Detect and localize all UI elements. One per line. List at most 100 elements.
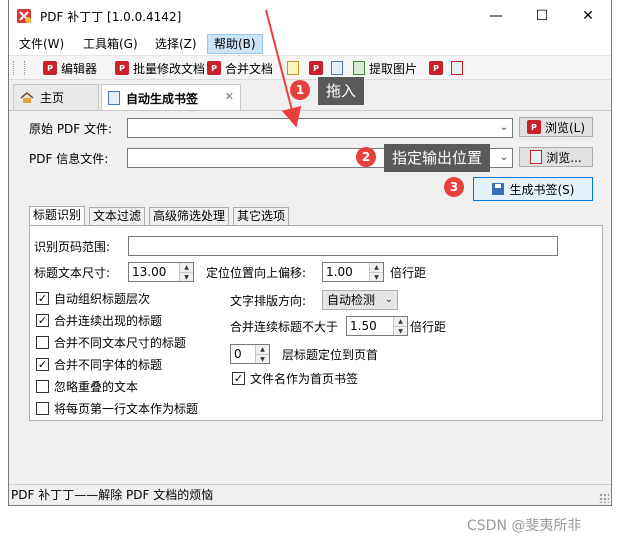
chevron-down-icon: ⌄	[384, 294, 394, 305]
info-file-label: PDF 信息文件:	[29, 152, 109, 166]
checkbox-label: 合并不同字体的标题	[54, 358, 163, 372]
merge-threshold-value: 1.50	[350, 319, 377, 333]
maximize-button[interactable]: ☐	[519, 0, 565, 32]
app-logo-icon	[17, 9, 31, 23]
checkbox-label: 合并不同文本尺寸的标题	[54, 336, 187, 350]
step-3-badge: 3	[444, 177, 464, 197]
checkbox-auto-levels[interactable]: ✓ 自动组织标题层次	[36, 290, 150, 307]
checkbox-merge-consecutive[interactable]: ✓ 合并连续出现的标题	[36, 312, 162, 329]
spin-up-icon[interactable]: ▲	[256, 345, 269, 354]
watermark: CSDN @斐夷所非	[467, 518, 582, 534]
checkbox-label: 文件名作为首页书签	[250, 372, 359, 386]
step-2-label: 指定输出位置	[384, 144, 491, 172]
document-icon	[530, 150, 543, 164]
status-text: PDF 补丁丁——解除 PDF 文档的烦恼	[11, 488, 214, 502]
checkbox-ignore-overlap[interactable]: 忽略重叠的文本	[36, 378, 138, 395]
browse-source-button[interactable]: P 浏览(L)	[519, 117, 593, 137]
tab-other-options[interactable]: 其它选项	[233, 207, 290, 225]
source-pdf-combo[interactable]: ⌄	[127, 118, 513, 138]
tab-home-label: 主页	[40, 91, 65, 105]
batch-modify-label: 批量修改文档	[133, 61, 206, 76]
merge-label: 合并文档	[225, 61, 274, 76]
title-bar: PDF 补丁丁 [1.0.0.4142] — ☐ ✕	[9, 0, 611, 32]
tab-text-filter[interactable]: 文本过滤	[89, 207, 146, 225]
checkbox-box[interactable]: ✓	[36, 292, 49, 305]
close-button[interactable]: ✕	[565, 0, 611, 32]
checkbox-box[interactable]: ✓	[232, 372, 245, 385]
checkbox-box[interactable]: ✓	[36, 358, 49, 371]
checkbox-label: 将每页第一行文本作为标题	[54, 402, 199, 416]
spin-up-icon[interactable]: ▲	[394, 317, 407, 326]
pdf-tool-button[interactable]: P	[309, 59, 327, 77]
spin-down-icon[interactable]: ▼	[394, 326, 407, 335]
direction-label: 文字排版方向:	[230, 294, 307, 308]
level-label: 层标题定位到页首	[282, 348, 379, 362]
step-2-badge: 2	[356, 147, 376, 167]
level-stepper[interactable]: 0 ▲ ▼	[230, 344, 270, 364]
direction-value: 自动检测	[327, 293, 376, 307]
tab-auto-bookmark[interactable]: 自动生成书签 ✕	[101, 84, 241, 111]
checkbox-box[interactable]	[36, 336, 49, 349]
spin-up-icon[interactable]: ▲	[370, 263, 383, 272]
export-pdf-button[interactable]	[451, 59, 467, 77]
menu-file[interactable]: 文件(W)	[13, 34, 70, 54]
tab-title-recognition[interactable]: 标题识别	[29, 206, 86, 225]
spin-buttons[interactable]: ▲ ▼	[179, 263, 193, 281]
minimize-button[interactable]: —	[473, 0, 519, 32]
checkbox-merge-fonts[interactable]: ✓ 合并不同字体的标题	[36, 356, 162, 373]
direction-select[interactable]: 自动检测 ⌄	[322, 290, 398, 310]
spin-down-icon[interactable]: ▼	[370, 272, 383, 281]
generate-bookmark-button[interactable]: 生成书签(S)	[473, 177, 593, 201]
level-value: 0	[234, 347, 242, 361]
tab-home[interactable]: 主页	[13, 84, 99, 110]
export-tool-button[interactable]	[331, 59, 347, 77]
generate-bookmark-label: 生成书签(S)	[509, 182, 575, 197]
checkbox-label: 自动组织标题层次	[54, 292, 151, 306]
browse-info-button[interactable]: 浏览...	[519, 147, 593, 167]
step-1-label: 拖入	[318, 77, 365, 105]
chevron-down-icon[interactable]: ⌄	[498, 152, 510, 164]
pdf-tool2-button[interactable]: P	[429, 59, 447, 77]
pdf-icon: P	[526, 120, 541, 134]
toolbar-grip[interactable]	[13, 61, 25, 75]
tab-close-icon[interactable]: ✕	[225, 90, 234, 103]
step-1-badge: 1	[290, 80, 310, 100]
document-icon	[331, 61, 343, 75]
bookmark-tool-button[interactable]	[287, 59, 303, 77]
checkbox-filename-bookmark[interactable]: ✓ 文件名作为首页书签	[232, 370, 358, 387]
merge-threshold-unit: 倍行距	[410, 320, 447, 334]
checkbox-merge-sizes[interactable]: 合并不同文本尺寸的标题	[36, 334, 186, 351]
font-size-stepper[interactable]: 13.00 ▲ ▼	[128, 262, 194, 282]
checkbox-box[interactable]: ✓	[36, 314, 49, 327]
spin-down-icon[interactable]: ▼	[256, 354, 269, 363]
auto-bookmark-panel: 原始 PDF 文件: ⌄ P 浏览(L) PDF 信息文件: ⌄ 浏览... 生…	[9, 110, 611, 482]
batch-modify-button[interactable]: P 批量修改文档	[115, 59, 205, 77]
extract-images-button[interactable]: 提取图片	[353, 59, 417, 77]
spin-down-icon[interactable]: ▼	[180, 272, 193, 281]
merge-button[interactable]: P 合并文档	[207, 59, 273, 77]
spin-buttons[interactable]: ▲ ▼	[369, 263, 383, 281]
page-range-input[interactable]	[128, 236, 558, 256]
chevron-down-icon[interactable]: ⌄	[498, 122, 510, 134]
menu-help[interactable]: 帮助(B)	[207, 34, 263, 54]
export-icon	[451, 61, 463, 75]
spin-buttons[interactable]: ▲ ▼	[393, 317, 407, 335]
merge-threshold-stepper[interactable]: 1.50 ▲ ▼	[346, 316, 408, 336]
checkbox-box[interactable]	[36, 380, 49, 393]
browse-source-label: 浏览(L)	[544, 120, 586, 135]
editor-button[interactable]: P 编辑器	[43, 59, 97, 77]
checkbox-box[interactable]	[36, 402, 49, 415]
checkbox-first-line-title[interactable]: 将每页第一行文本作为标题	[36, 400, 198, 417]
resize-grip-icon[interactable]	[599, 493, 609, 503]
browse-info-label: 浏览...	[546, 150, 582, 165]
tab-advanced-filter[interactable]: 高级筛选处理	[149, 207, 230, 225]
spin-up-icon[interactable]: ▲	[180, 263, 193, 272]
offset-value: 1.00	[326, 265, 353, 279]
close-icon: ✕	[582, 8, 594, 24]
menu-toolbox[interactable]: 工具箱(G)	[77, 34, 144, 54]
app-window: PDF 补丁丁 [1.0.0.4142] — ☐ ✕ 文件(W) 工具箱(G) …	[8, 0, 612, 506]
bookmark-tool-icon	[287, 61, 299, 75]
menu-select[interactable]: 选择(Z)	[149, 34, 203, 54]
offset-stepper[interactable]: 1.00 ▲ ▼	[322, 262, 384, 282]
spin-buttons[interactable]: ▲ ▼	[255, 345, 269, 363]
